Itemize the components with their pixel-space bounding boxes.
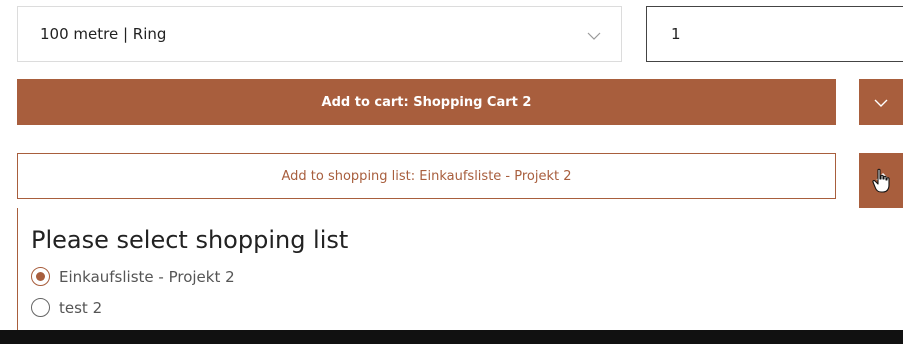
quantity-value: 1: [671, 25, 681, 43]
shopping-list-option[interactable]: Einkaufsliste - Projekt 2: [31, 267, 235, 286]
shopping-list-option[interactable]: test 2: [31, 298, 102, 317]
hand-pointer-icon: [872, 168, 890, 193]
chevron-down-icon: [874, 99, 888, 107]
radio-button[interactable]: [31, 298, 50, 317]
shopping-list-dropdown: Please select shopping list Einkaufslist…: [17, 208, 903, 332]
option-label: test 2: [59, 298, 103, 317]
add-to-shopping-list-button[interactable]: Add to shopping list: Einkaufsliste - Pr…: [17, 153, 836, 199]
add-to-shopping-list-label: Add to shopping list: Einkaufsliste - Pr…: [281, 168, 572, 184]
dropdown-title: Please select shopping list: [31, 226, 349, 254]
variant-select[interactable]: 100 metre | Ring: [17, 6, 622, 62]
radio-button-checked[interactable]: [31, 267, 50, 286]
add-to-cart-label: Add to cart: Shopping Cart 2: [321, 94, 532, 110]
cart-selector-toggle-button[interactable]: [859, 79, 903, 125]
chevron-down-icon: [585, 27, 603, 45]
footer-bar: [0, 330, 903, 344]
add-to-cart-button[interactable]: Add to cart: Shopping Cart 2: [17, 79, 836, 125]
quantity-input[interactable]: 1: [646, 6, 903, 62]
variant-select-value: 100 metre | Ring: [40, 25, 167, 43]
option-label: Einkaufsliste - Projekt 2: [59, 267, 235, 286]
